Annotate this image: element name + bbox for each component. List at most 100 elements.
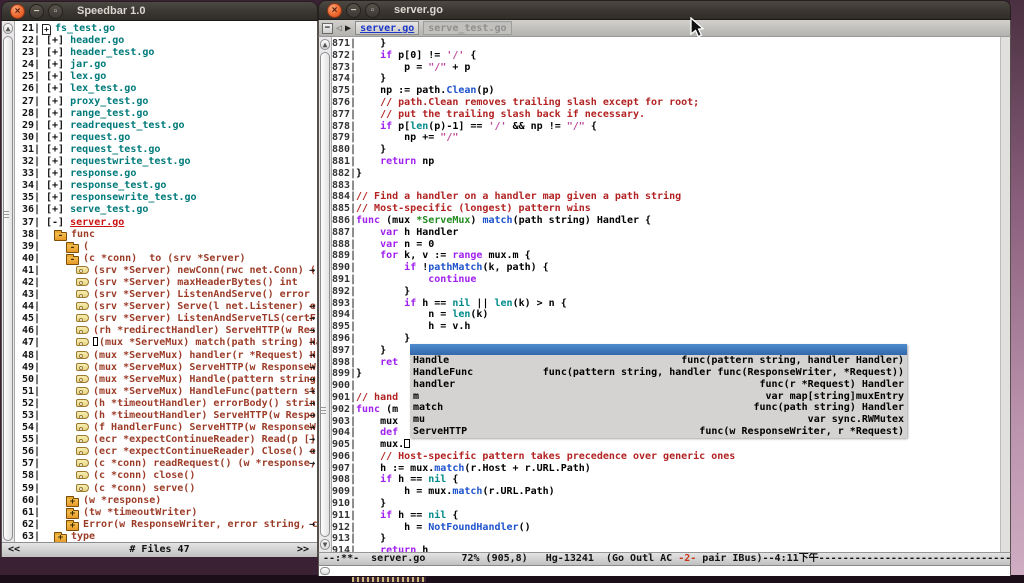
speedbar-item-label[interactable]: (h *timeoutHandler) errorBody() strin — [93, 398, 316, 409]
speedbar-row[interactable]: 37| [-] server.go — [16, 217, 317, 229]
speedbar-row[interactable]: 38|-func — [16, 229, 317, 241]
speedbar-row[interactable]: 30| [+] request.go — [16, 132, 317, 144]
speedbar-row[interactable]: 39|-( — [16, 241, 317, 253]
speedbar-item-label[interactable]: (srv *Server) maxHeaderBytes() int — [93, 277, 298, 288]
folder-open-icon[interactable]: - — [66, 244, 79, 253]
code-line[interactable]: 905| mux. — [332, 439, 1000, 451]
expand-plus-icon[interactable]: [+] — [40, 168, 70, 179]
autocomplete-item[interactable]: mvar map[string]muxEntry — [410, 391, 907, 403]
code-line[interactable]: 884|// Find a handler on a handler map g… — [332, 191, 1000, 203]
speedbar-row[interactable]: 41|(srv *Server) newConn(rwc net.Conn) (… — [16, 265, 317, 277]
code-line[interactable]: 882|} — [332, 168, 1000, 180]
expand-plus-icon[interactable]: [+] — [40, 204, 70, 215]
speedbar-item-label[interactable]: serve_test.go — [70, 204, 148, 215]
speedbar-item-label[interactable]: (mux *ServeMux) handler(r *Request) H — [93, 350, 316, 361]
tag-icon[interactable] — [76, 363, 89, 371]
speedbar-item-label[interactable]: readrequest_test.go — [70, 120, 184, 131]
code-line[interactable]: 886|func (mux *ServeMux) match(path stri… — [332, 215, 1000, 227]
expand-plus-icon[interactable]: [+] — [40, 156, 70, 167]
speedbar-row[interactable]: 49|(mux *ServeMux) ServeHTTP(w ResponseW… — [16, 362, 317, 374]
scroll-up-icon[interactable]: ▲ — [320, 39, 330, 50]
speedbar-next-button[interactable]: >> — [297, 543, 309, 557]
code-line[interactable]: 876| // path.Clean removes trailing slas… — [332, 97, 1000, 109]
tag-icon[interactable] — [76, 266, 89, 274]
expand-plus-icon[interactable]: [+] — [40, 144, 70, 155]
maximize-icon[interactable]: ▫ — [365, 3, 380, 18]
speedbar-row[interactable]: 22| [+] header.go — [16, 35, 317, 47]
speedbar-row[interactable]: 51|(mux *ServeMux) HandleFunc(pattern st… — [16, 386, 317, 398]
speedbar-item-label[interactable]: func — [71, 229, 95, 240]
speedbar-row[interactable]: 62|+Error(w ResponseWriter, error string… — [16, 519, 317, 531]
code-line[interactable]: 871| } — [332, 38, 1000, 50]
tag-icon[interactable] — [76, 351, 89, 359]
speedbar-row[interactable]: 26| [+] lex_test.go — [16, 83, 317, 95]
speedbar-row[interactable]: 58|(c *conn) close() — [16, 470, 317, 482]
expand-plus-icon[interactable]: [+] — [40, 108, 70, 119]
speedbar-row[interactable]: 47|(mux *ServeMux) match(path string) Ha… — [16, 337, 317, 349]
tag-icon[interactable] — [76, 338, 89, 346]
code-line[interactable]: 878| if p[len(p)-1] == '/' && np != "/" … — [332, 121, 1000, 133]
tag-icon[interactable] — [76, 459, 89, 467]
tag-icon[interactable] — [76, 411, 89, 419]
speedbar-item-label[interactable]: lex_test.go — [70, 83, 136, 94]
tag-icon[interactable] — [76, 278, 89, 286]
expand-plus-icon[interactable]: [+] — [40, 47, 70, 58]
scroll-up-icon[interactable]: ▲ — [3, 23, 13, 34]
code-line[interactable]: 910| } — [332, 498, 1000, 510]
tag-icon[interactable] — [76, 447, 89, 455]
speedbar-item-label[interactable]: request_test.go — [70, 144, 160, 155]
speedbar-row[interactable]: 44|(srv *Server) Serve(l net.Listener) e… — [16, 301, 317, 313]
maximize-icon[interactable]: ▫ — [48, 4, 63, 19]
expand-plus-icon[interactable]: [+] — [40, 120, 70, 131]
editor-titlebar[interactable]: × − ▫ server.go — [318, 0, 1011, 20]
speedbar-item-label[interactable]: ( — [83, 241, 89, 252]
code-line[interactable]: 873| p = "/" + p — [332, 62, 1000, 74]
close-icon[interactable]: × — [10, 4, 25, 19]
autocomplete-item[interactable]: ServeHTTPfunc(w ResponseWriter, r *Reque… — [410, 426, 907, 438]
minimize-icon[interactable]: − — [29, 4, 44, 19]
speedbar-item-label[interactable]: response.go — [70, 168, 136, 179]
speedbar-item-label[interactable]: server.go — [70, 217, 124, 228]
speedbar-row[interactable]: 54|(f HandlerFunc) ServeHTTP(w ResponseW… — [16, 422, 317, 434]
speedbar-row[interactable]: 34| [+] response_test.go — [16, 180, 317, 192]
tag-icon[interactable] — [76, 399, 89, 407]
autocomplete-item[interactable]: Handlefunc(pattern string, handler Handl… — [410, 355, 907, 367]
speedbar-row[interactable]: 33| [+] response.go — [16, 168, 317, 180]
expand-plus-icon[interactable]: [+] — [40, 35, 70, 46]
autocomplete-item[interactable]: matchfunc(path string) Handler — [410, 402, 907, 414]
autocomplete-selected-row[interactable] — [410, 344, 907, 356]
speedbar-row[interactable]: 21|+fs_test.go — [16, 23, 317, 35]
speedbar-item-label[interactable]: responsewrite_test.go — [70, 192, 196, 203]
code-line[interactable]: 872| if p[0] != '/' { — [332, 50, 1000, 62]
code-line[interactable]: 877| // put the trailing slash back if n… — [332, 109, 1000, 121]
minimize-icon[interactable]: − — [346, 3, 361, 18]
code-line[interactable]: 890| if !pathMatch(k, path) { — [332, 262, 1000, 274]
speedbar-row[interactable]: 27| [+] proxy_test.go — [16, 96, 317, 108]
tag-icon[interactable] — [76, 314, 89, 322]
code-line[interactable]: 887| var h Handler — [332, 227, 1000, 239]
speedbar-item-label[interactable]: (mux *ServeMux) match(path string) Ha — [99, 337, 317, 348]
speedbar-item-label[interactable]: range_test.go — [70, 108, 148, 119]
speedbar-item-label[interactable]: (c *conn) to (srv *Server) — [83, 253, 246, 264]
tag-icon[interactable] — [76, 423, 89, 431]
speedbar-item-label[interactable]: requestwrite_test.go — [70, 156, 190, 167]
tag-icon[interactable] — [76, 290, 89, 298]
code-line[interactable]: 880| } — [332, 144, 1000, 156]
echo-area[interactable] — [318, 566, 1011, 576]
code-line[interactable]: 912| h = NotFoundHandler() — [332, 522, 1000, 534]
tab-serve_test-go[interactable]: serve_test.go — [423, 21, 511, 35]
speedbar-row[interactable]: 55|(ecr *expectContinueReader) Read(p []… — [16, 434, 317, 446]
speedbar-item-label[interactable]: response_test.go — [70, 180, 166, 191]
speedbar-row[interactable]: 31| [+] request_test.go — [16, 144, 317, 156]
tag-icon[interactable] — [76, 387, 89, 395]
speedbar-item-label[interactable]: (mux *ServeMux) HandleFunc(pattern st — [93, 386, 316, 397]
code-line[interactable]: 885|// Most-specific (longest) pattern w… — [332, 203, 1000, 215]
file-page-icon[interactable]: + — [42, 24, 51, 35]
code-line[interactable]: 888| var n = 0 — [332, 239, 1000, 251]
speedbar-row[interactable]: 59|(c *conn) serve() — [16, 483, 317, 495]
speedbar-row[interactable]: 43|(srv *Server) ListenAndServe() error — [16, 289, 317, 301]
expand-plus-icon[interactable]: [+] — [40, 180, 70, 191]
scrollbar-thumb[interactable] — [3, 36, 13, 541]
speedbar-row[interactable]: 24| [+] jar.go — [16, 59, 317, 71]
expand-plus-icon[interactable]: [+] — [40, 59, 70, 70]
